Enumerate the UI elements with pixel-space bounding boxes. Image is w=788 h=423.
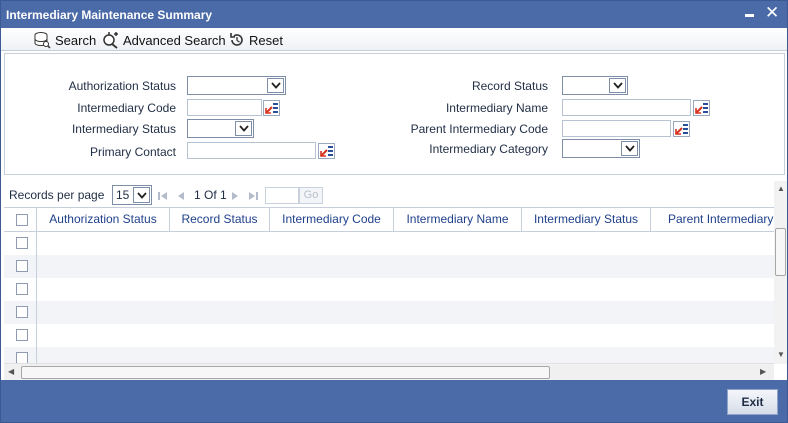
row-checkbox[interactable] (16, 352, 28, 363)
grid-header: Authorization Status Record Status Inter… (4, 208, 774, 232)
scroll-down-icon[interactable]: ▼ (777, 350, 785, 359)
parent-intermediary-code-input[interactable] (562, 120, 671, 137)
previous-page-icon[interactable] (174, 189, 188, 203)
database-search-icon (34, 32, 51, 49)
table-row[interactable] (4, 278, 774, 301)
lov-icon[interactable] (693, 100, 710, 116)
search-criteria-panel: Authorization Status Intermediary Code I… (4, 53, 785, 175)
toolbar: Search Advanced Search Reset (1, 28, 787, 51)
pagination-bar: Records per page 15 1 Of 1 Go (4, 183, 785, 207)
intermediary-code-input[interactable] (187, 99, 262, 116)
row-checkbox[interactable] (16, 306, 28, 318)
chevron-down-icon (609, 78, 626, 93)
horizontal-scrollbar[interactable]: ◀ ▶ (4, 363, 774, 380)
row-checkbox[interactable] (16, 260, 28, 272)
footer-bar: Exit (1, 380, 787, 422)
table-row[interactable] (4, 324, 774, 347)
scroll-right-icon[interactable]: ▶ (760, 367, 766, 376)
authorization-status-select[interactable] (187, 76, 286, 95)
reset-button[interactable]: Reset (229, 31, 283, 49)
lov-icon[interactable] (318, 143, 335, 159)
minimize-icon[interactable] (745, 14, 754, 17)
column-header-authorization-status[interactable]: Authorization Status (37, 208, 170, 232)
records-per-page-label: Records per page (9, 188, 105, 202)
results-grid: Authorization Status Record Status Inter… (4, 207, 774, 363)
close-icon[interactable]: ✕ (765, 3, 779, 23)
intermediary-name-label: Intermediary Name (445, 101, 548, 115)
chevron-down-icon (235, 121, 252, 136)
first-page-icon[interactable] (156, 189, 170, 203)
row-checkbox[interactable] (16, 329, 28, 341)
table-row[interactable] (4, 347, 774, 363)
title-bar: Intermediary Maintenance Summary ✕ (1, 1, 787, 28)
chevron-down-icon (133, 187, 150, 203)
column-header-intermediary-name[interactable]: Intermediary Name (394, 208, 522, 232)
summary-window: Intermediary Maintenance Summary ✕ Searc… (0, 0, 788, 423)
page-indicator: 1 Of 1 (194, 188, 227, 202)
primary-contact-label: Primary Contact (89, 145, 176, 159)
reset-icon (230, 33, 243, 46)
row-checkbox[interactable] (16, 283, 28, 295)
intermediary-status-select[interactable] (187, 119, 254, 138)
chevron-down-icon (621, 141, 638, 156)
window-title: Intermediary Maintenance Summary (6, 8, 213, 22)
advanced-search-icon (103, 32, 118, 49)
records-per-page-value: 15 (116, 188, 130, 202)
column-header-intermediary-code[interactable]: Intermediary Code (270, 208, 394, 232)
scroll-up-icon[interactable]: ▲ (777, 184, 785, 193)
column-header-parent-intermediary[interactable]: Parent Intermediary (651, 208, 774, 232)
intermediary-code-label: Intermediary Code (77, 101, 176, 115)
authorization-status-label: Authorization Status (68, 79, 176, 93)
search-label: Search (55, 32, 97, 48)
table-row[interactable] (4, 255, 774, 278)
advanced-search-label: Advanced Search (123, 32, 226, 48)
lov-icon[interactable] (673, 121, 690, 137)
record-status-label: Record Status (471, 79, 548, 93)
column-header-intermediary-status[interactable]: Intermediary Status (522, 208, 651, 232)
primary-contact-input[interactable] (187, 142, 316, 159)
checkbox-column-divider (36, 208, 37, 363)
lov-icon[interactable] (263, 100, 280, 116)
intermediary-status-label: Intermediary Status (71, 122, 176, 136)
go-button[interactable]: Go (299, 187, 323, 204)
go-to-page-input[interactable] (265, 187, 299, 204)
last-page-icon[interactable] (246, 189, 260, 203)
exit-button[interactable]: Exit (727, 389, 778, 415)
horizontal-scroll-thumb[interactable] (21, 366, 550, 379)
search-button[interactable]: Search (33, 31, 96, 49)
chevron-down-icon (267, 78, 284, 93)
record-status-select[interactable] (562, 76, 628, 95)
table-row[interactable] (4, 232, 774, 255)
advanced-search-button[interactable]: Advanced Search (101, 31, 226, 49)
reset-label: Reset (249, 32, 283, 48)
intermediary-category-select[interactable] (562, 139, 640, 158)
intermediary-category-label: Intermediary Category (429, 142, 548, 156)
records-per-page-select[interactable]: 15 (112, 185, 152, 205)
scroll-left-icon[interactable]: ◀ (8, 367, 14, 376)
row-checkbox[interactable] (16, 237, 28, 249)
vertical-scroll-thumb[interactable] (775, 228, 786, 276)
select-all-checkbox[interactable] (16, 214, 28, 226)
next-page-icon[interactable] (228, 189, 242, 203)
table-row[interactable] (4, 301, 774, 324)
vertical-scrollbar[interactable]: ▲ ▼ (774, 181, 787, 364)
intermediary-name-input[interactable] (562, 99, 691, 116)
column-header-record-status[interactable]: Record Status (170, 208, 270, 232)
parent-intermediary-code-label: Parent Intermediary Code (410, 122, 548, 136)
